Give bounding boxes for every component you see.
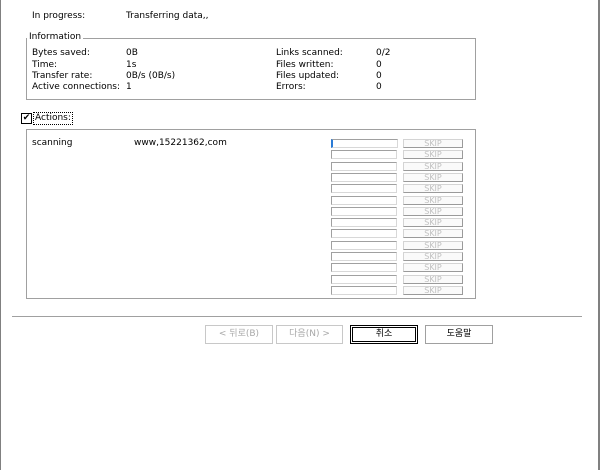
progress-bar xyxy=(331,139,398,148)
bytes-saved-label: Bytes saved: xyxy=(32,48,90,58)
skip-button[interactable]: SKIP xyxy=(403,263,463,272)
progress-bar xyxy=(331,275,397,284)
progress-bar xyxy=(331,263,397,272)
skip-button[interactable]: SKIP xyxy=(403,184,463,193)
progress-bar xyxy=(331,252,397,261)
cancel-button[interactable]: 취소 xyxy=(350,325,418,344)
progress-bar xyxy=(331,173,397,182)
action-url: www,15221362,com xyxy=(134,138,227,148)
progress-bar xyxy=(331,241,397,250)
skip-button[interactable]: SKIP xyxy=(403,139,463,148)
skip-button[interactable]: SKIP xyxy=(403,229,463,238)
links-scanned-value: 0/2 xyxy=(376,48,391,58)
actions-checkbox[interactable]: ✔ xyxy=(21,113,32,124)
skip-button[interactable]: SKIP xyxy=(403,252,463,261)
actions-checkbox-label[interactable]: Actions: xyxy=(33,112,73,125)
time-label: Time: xyxy=(32,60,58,70)
skip-button[interactable]: SKIP xyxy=(403,173,463,182)
files-written-label: Files written: xyxy=(276,60,334,70)
progress-bar xyxy=(331,150,397,159)
skip-button[interactable]: SKIP xyxy=(403,207,463,216)
skip-button[interactable]: SKIP xyxy=(403,196,463,205)
files-updated-label: Files updated: xyxy=(276,71,340,81)
separator-highlight xyxy=(12,317,582,318)
action-status: scanning xyxy=(32,138,73,148)
next-button[interactable]: 다음(N) > xyxy=(276,325,343,344)
skip-button[interactable]: SKIP xyxy=(403,218,463,227)
skip-button[interactable]: SKIP xyxy=(403,275,463,284)
help-button[interactable]: 도움말 xyxy=(425,325,493,344)
progress-bar xyxy=(331,218,397,227)
transfer-rate-label: Transfer rate: xyxy=(32,71,93,81)
bytes-saved-value: 0B xyxy=(126,48,138,58)
progress-bar xyxy=(331,196,397,205)
back-button[interactable]: < 뒤로(B) xyxy=(205,325,273,344)
active-connections-value: 1 xyxy=(126,82,132,92)
files-written-value: 0 xyxy=(376,60,382,70)
skip-button[interactable]: SKIP xyxy=(403,241,463,250)
files-updated-value: 0 xyxy=(376,71,382,81)
time-value: 1s xyxy=(126,60,137,70)
progress-bar xyxy=(331,286,397,295)
active-connections-label: Active connections: xyxy=(32,82,121,92)
progress-bar xyxy=(331,184,397,193)
skip-button[interactable]: SKIP xyxy=(403,162,463,171)
errors-value: 0 xyxy=(376,82,382,92)
window-left-edge xyxy=(0,0,1,470)
skip-button[interactable]: SKIP xyxy=(403,286,463,295)
in-progress-label: In progress: xyxy=(32,11,86,21)
skip-button[interactable]: SKIP xyxy=(403,150,463,159)
links-scanned-label: Links scanned: xyxy=(276,48,343,58)
progress-bar xyxy=(331,229,397,238)
in-progress-value: Transferring data,, xyxy=(126,11,209,21)
progress-bar xyxy=(331,207,397,216)
progress-bar xyxy=(331,162,397,171)
transfer-rate-value: 0B/s (0B/s) xyxy=(126,71,176,81)
errors-label: Errors: xyxy=(276,82,306,92)
information-title: Information xyxy=(27,32,84,43)
